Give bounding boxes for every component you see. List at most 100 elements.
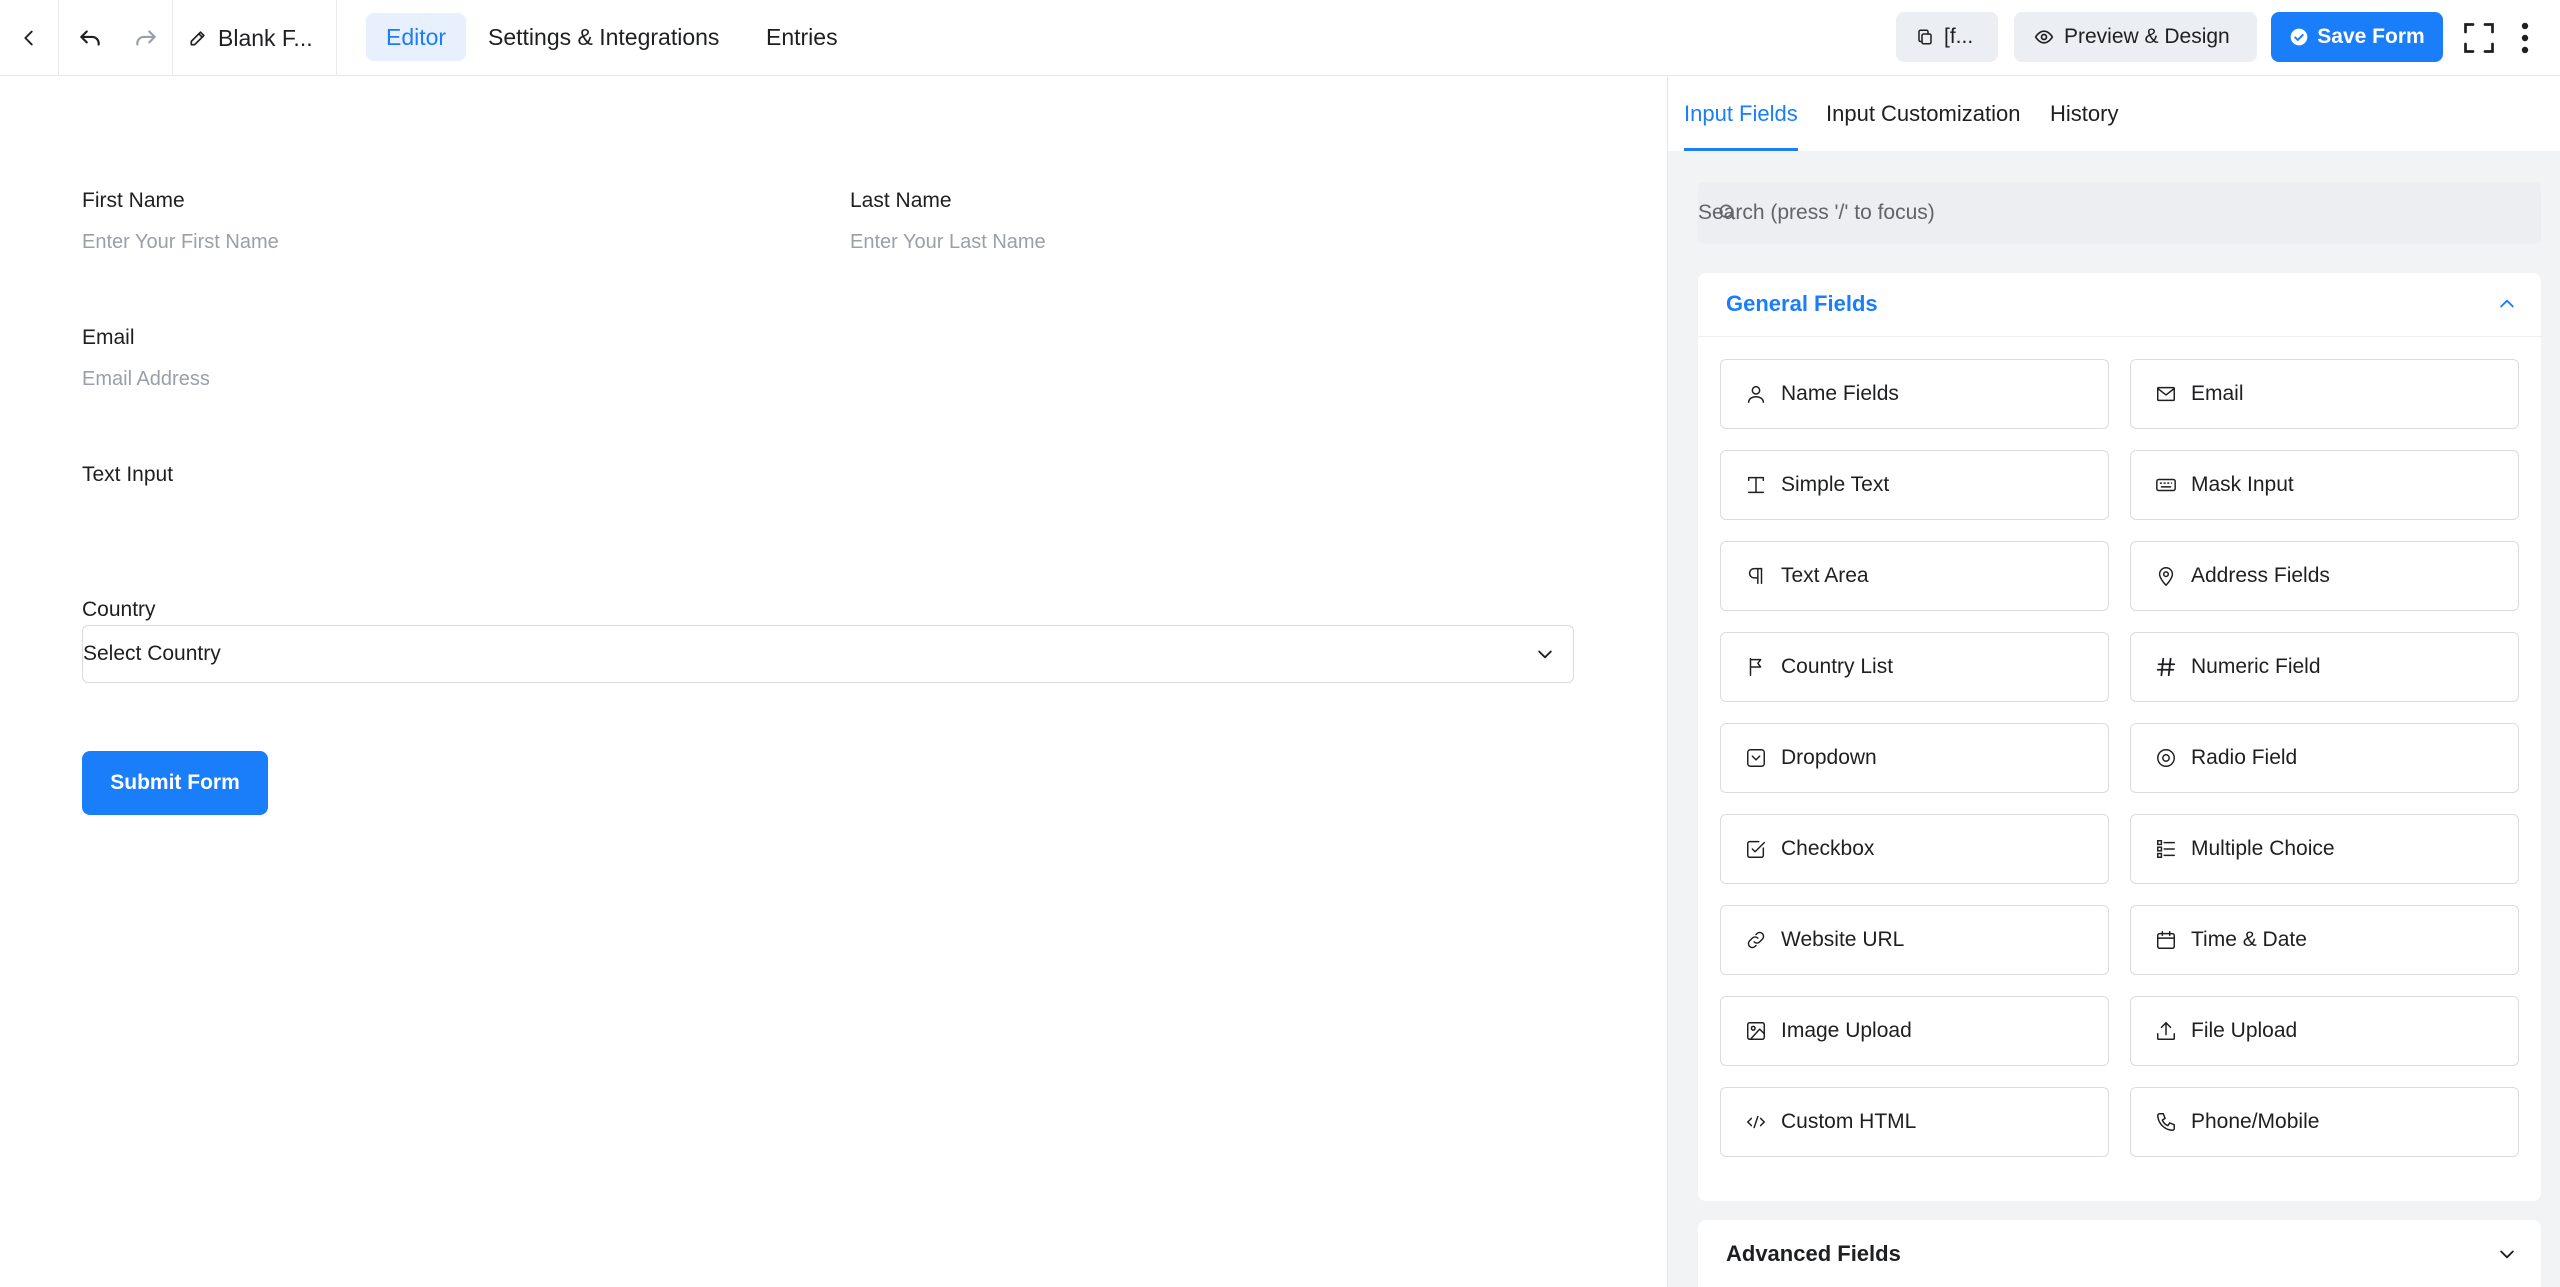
- field-item-text-area[interactable]: Text Area: [1720, 541, 2109, 611]
- user-icon: [1745, 383, 1767, 405]
- calendar-icon: [2155, 929, 2177, 951]
- advanced-fields-header[interactable]: Advanced Fields: [1698, 1220, 2541, 1287]
- field-item-radio-field[interactable]: Radio Field: [2130, 723, 2519, 793]
- tab-settings-integrations[interactable]: Settings & Integrations: [468, 13, 739, 61]
- advanced-fields-title: Advanced Fields: [1726, 1240, 1901, 1266]
- panel-tabs: Input Fields Input Customization History: [1668, 77, 2560, 151]
- pencil-icon: [190, 31, 205, 46]
- form-editor-canvas: First Name Last Name Email Text Input Co…: [0, 77, 1667, 1287]
- form-title[interactable]: Blank F...: [188, 0, 313, 76]
- field-item-label: Simple Text: [1781, 473, 1890, 496]
- field-item-label: Website URL: [1781, 928, 1905, 951]
- fullscreen-icon: [2464, 23, 2494, 53]
- field-item-email[interactable]: Email: [2130, 359, 2519, 429]
- advanced-fields-group: Advanced Fields: [1698, 1220, 2541, 1287]
- link-icon: [1745, 929, 1767, 951]
- general-fields-title: General Fields: [1726, 291, 1878, 316]
- hash-icon: [2155, 656, 2177, 678]
- first-name-label: First Name: [82, 189, 185, 212]
- tab-entries[interactable]: Entries: [746, 13, 858, 61]
- email-label: Email: [82, 326, 135, 349]
- field-item-label: Name Fields: [1781, 382, 1899, 405]
- field-item-website-url[interactable]: Website URL: [1720, 905, 2109, 975]
- field-item-simple-text[interactable]: Simple Text: [1720, 450, 2109, 520]
- checkbox-icon: [1745, 838, 1767, 860]
- redo-button[interactable]: [120, 0, 172, 76]
- field-item-custom-html[interactable]: Custom HTML: [1720, 1087, 2109, 1157]
- eye-icon: [2034, 30, 2054, 44]
- tab-input-fields[interactable]: Input Fields: [1684, 77, 1798, 151]
- more-vertical-icon: [2521, 22, 2529, 54]
- field-item-label: Multiple Choice: [2191, 837, 2335, 860]
- divider: [58, 0, 59, 76]
- field-item-label: Text Area: [1781, 564, 1869, 587]
- text-input-label: Text Input: [82, 463, 174, 486]
- field-item-time-date[interactable]: Time & Date: [2130, 905, 2519, 975]
- flag-icon: [1745, 656, 1767, 678]
- chevron-down-icon: [1538, 650, 1552, 659]
- field-search-input[interactable]: [1698, 182, 2541, 244]
- code-icon: [1745, 1111, 1767, 1133]
- image-icon: [1745, 1020, 1767, 1042]
- field-item-numeric-field[interactable]: Numeric Field: [2130, 632, 2519, 702]
- save-form-label: Save Form: [2317, 25, 2425, 48]
- last-name-input[interactable]: [850, 222, 1570, 262]
- field-item-file-upload[interactable]: File Upload: [2130, 996, 2519, 1066]
- submit-form-button[interactable]: Submit Form: [82, 751, 268, 815]
- field-item-name-fields[interactable]: Name Fields: [1720, 359, 2109, 429]
- text-input-field[interactable]: [82, 496, 1572, 536]
- upload-icon: [2155, 1020, 2177, 1042]
- form-title-text: Blank F...: [218, 24, 313, 51]
- text-cursor-icon: [1745, 474, 1767, 496]
- tab-editor[interactable]: Editor: [366, 13, 467, 61]
- field-item-label: Phone/Mobile: [2191, 1110, 2320, 1133]
- field-item-label: Checkbox: [1781, 837, 1875, 860]
- field-item-dropdown[interactable]: Dropdown: [1720, 723, 2109, 793]
- general-fields-grid: Name Fields Email Simple Text Mask Input…: [1698, 336, 2541, 1157]
- field-item-mask-input[interactable]: Mask Input: [2130, 450, 2519, 520]
- field-item-label: Custom HTML: [1781, 1110, 1917, 1133]
- field-item-country-list[interactable]: Country List: [1720, 632, 2109, 702]
- chevron-up-icon: [2500, 299, 2514, 308]
- fullscreen-button[interactable]: [2456, 0, 2502, 76]
- radio-icon: [2155, 747, 2177, 769]
- field-item-multiple-choice[interactable]: Multiple Choice: [2130, 814, 2519, 884]
- tab-history[interactable]: History: [2050, 77, 2118, 151]
- field-item-image-upload[interactable]: Image Upload: [1720, 996, 2109, 1066]
- check-circle-icon: [2290, 28, 2308, 46]
- divider: [336, 0, 337, 76]
- phone-icon: [2155, 1111, 2177, 1133]
- tab-input-customization[interactable]: Input Customization: [1826, 77, 2020, 151]
- field-item-label: Email: [2191, 382, 2244, 405]
- field-item-label: Mask Input: [2191, 473, 2294, 496]
- field-item-label: File Upload: [2191, 1019, 2298, 1042]
- country-label: Country: [82, 598, 156, 621]
- general-fields-header[interactable]: General Fields: [1698, 273, 2541, 335]
- field-item-label: Radio Field: [2191, 746, 2298, 769]
- field-item-phone-mobile[interactable]: Phone/Mobile: [2130, 1087, 2519, 1157]
- field-item-address-fields[interactable]: Address Fields: [2130, 541, 2519, 611]
- field-item-checkbox[interactable]: Checkbox: [1720, 814, 2109, 884]
- top-toolbar: Blank F... Editor Settings & Integration…: [0, 0, 2560, 76]
- first-name-input[interactable]: [82, 222, 782, 262]
- last-name-label: Last Name: [850, 189, 952, 212]
- field-item-label: Image Upload: [1781, 1019, 1912, 1042]
- field-item-label: Numeric Field: [2191, 655, 2321, 678]
- undo-button[interactable]: [64, 0, 116, 76]
- preview-design-button[interactable]: Preview & Design: [2014, 12, 2257, 62]
- country-select-value: Select Country: [83, 642, 221, 665]
- save-form-button[interactable]: Save Form: [2271, 12, 2443, 62]
- map-pin-icon: [2155, 565, 2177, 587]
- keyboard-icon: [2155, 474, 2177, 496]
- dropdown-icon: [1745, 747, 1767, 769]
- chevron-left-icon: [24, 30, 33, 46]
- country-select[interactable]: Select Country: [82, 625, 1574, 683]
- mail-icon: [2155, 383, 2177, 405]
- field-item-label: Address Fields: [2191, 564, 2330, 587]
- divider: [172, 0, 173, 76]
- more-options-button[interactable]: [2508, 0, 2542, 76]
- fields-panel: Input Fields Input Customization History…: [1667, 77, 2560, 1287]
- shortcode-button[interactable]: [f...: [1896, 12, 1998, 62]
- back-button[interactable]: [0, 0, 58, 76]
- email-input[interactable]: [82, 359, 1572, 399]
